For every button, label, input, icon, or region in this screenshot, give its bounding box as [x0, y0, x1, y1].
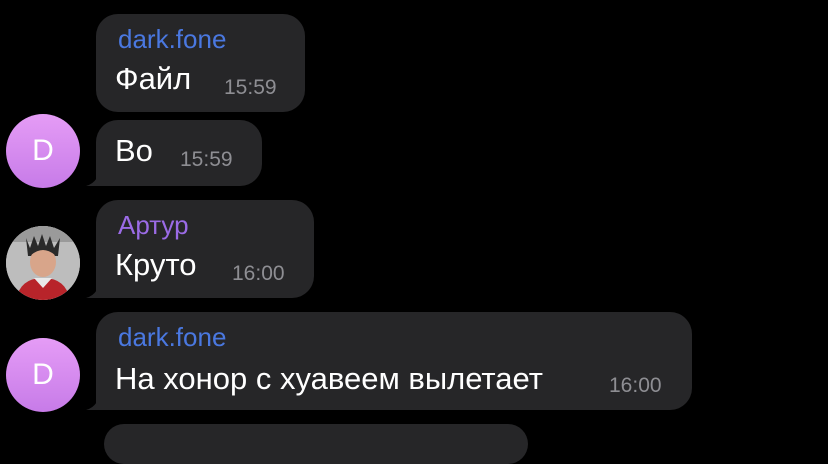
- sender-name[interactable]: dark.fone: [118, 322, 226, 352]
- message-bubble[interactable]: Артур Круто 16:00: [96, 200, 314, 298]
- sender-name[interactable]: dark.fone: [118, 24, 226, 54]
- message-text: Файл: [115, 61, 192, 96]
- avatar[interactable]: D: [6, 338, 80, 412]
- message-time: 16:00: [609, 374, 662, 397]
- sender-name[interactable]: Артур: [118, 210, 189, 240]
- message-bubble[interactable]: dark.fone На хонор с хуавеем вылетает 16…: [96, 312, 692, 410]
- message-time: 15:59: [180, 148, 233, 171]
- message-bubble-partial[interactable]: [104, 424, 528, 464]
- user-photo-icon: [6, 226, 80, 300]
- avatar[interactable]: [6, 226, 80, 300]
- message-text: Круто: [115, 247, 197, 282]
- message-bubble[interactable]: dark.fone Файл 15:59: [96, 14, 305, 112]
- message-bubble[interactable]: Во 15:59: [96, 120, 262, 186]
- message-text: На хонор с хуавеем вылетает: [115, 361, 543, 396]
- message-time: 15:59: [224, 76, 277, 99]
- message-text: Во: [115, 133, 153, 168]
- avatar[interactable]: D: [6, 114, 80, 188]
- message-time: 16:00: [232, 262, 285, 285]
